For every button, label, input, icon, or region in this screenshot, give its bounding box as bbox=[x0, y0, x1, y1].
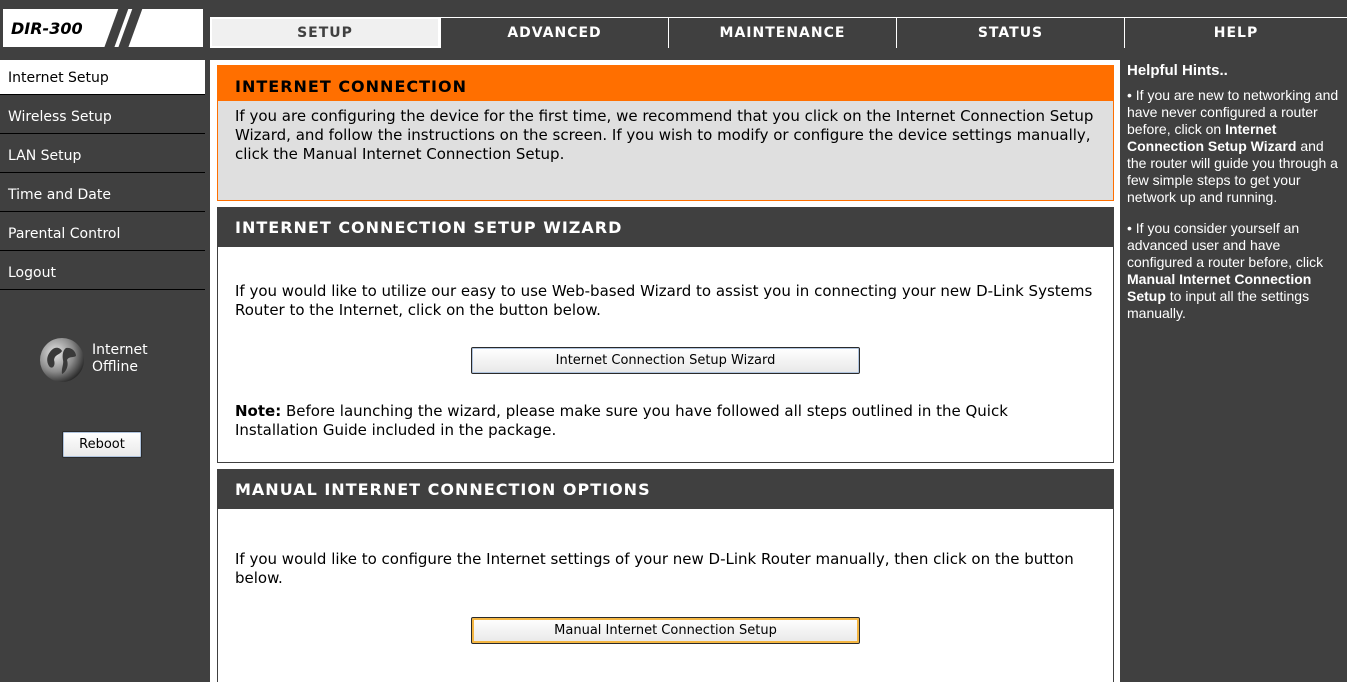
reboot-button[interactable]: Reboot bbox=[62, 431, 142, 458]
setup-wizard-button[interactable]: Internet Connection Setup Wizard bbox=[471, 347, 860, 374]
section-title: INTERNET CONNECTION bbox=[218, 66, 1113, 101]
model-name: DIR-300 bbox=[11, 19, 83, 38]
wizard-note: Note: Before launching the wizard, pleas… bbox=[235, 402, 1095, 440]
hints-title: Helpful Hints.. bbox=[1127, 62, 1228, 79]
section-title: MANUAL INTERNET CONNECTION OPTIONS bbox=[218, 470, 1113, 509]
model-logo: DIR-300 bbox=[3, 7, 203, 51]
status-line-2: Offline bbox=[92, 359, 138, 375]
sidebar-item-label: Time and Date bbox=[8, 187, 111, 203]
sidebar-item-label: Logout bbox=[8, 265, 56, 281]
sidebar-item-label: Parental Control bbox=[8, 226, 121, 242]
hint-new-user: • If you are new to networking and have … bbox=[1127, 87, 1347, 206]
sidebar-item-label: Wireless Setup bbox=[8, 109, 112, 125]
tab-maintenance[interactable]: MAINTENANCE bbox=[668, 17, 896, 48]
wizard-description: If you would like to utilize our easy to… bbox=[235, 282, 1093, 319]
sidebar-item-lan-setup[interactable]: LAN Setup bbox=[0, 138, 205, 173]
intro-text: If you are configuring the device for th… bbox=[235, 107, 1094, 163]
sidebar-item-label: LAN Setup bbox=[8, 148, 82, 164]
globe-icon bbox=[40, 338, 84, 382]
manual-description: If you would like to configure the Inter… bbox=[235, 550, 1074, 587]
sidebar: Internet Setup Wireless Setup LAN Setup … bbox=[0, 60, 205, 682]
note-label: Note: bbox=[235, 402, 282, 420]
helpful-hints-panel: Helpful Hints.. • If you are new to netw… bbox=[1124, 60, 1347, 682]
manual-setup-button[interactable]: Manual Internet Connection Setup bbox=[471, 617, 860, 644]
reboot-button-label: Reboot bbox=[79, 437, 125, 452]
sidebar-item-parental-control[interactable]: Parental Control bbox=[0, 216, 205, 251]
tab-setup[interactable]: SETUP bbox=[210, 17, 440, 48]
tab-label: MAINTENANCE bbox=[719, 25, 846, 41]
tab-label: HELP bbox=[1213, 25, 1259, 41]
sidebar-item-label: Internet Setup bbox=[8, 70, 109, 86]
hint-advanced-user: • If you consider yourself an advanced u… bbox=[1127, 220, 1347, 322]
setup-wizard-button-label: Internet Connection Setup Wizard bbox=[555, 353, 776, 368]
sidebar-item-wireless-setup[interactable]: Wireless Setup bbox=[0, 99, 205, 134]
tab-label: STATUS bbox=[977, 25, 1044, 41]
hint-text: • If you consider yourself an advanced u… bbox=[1127, 220, 1324, 270]
sidebar-item-time-and-date[interactable]: Time and Date bbox=[0, 177, 205, 212]
manual-connection-section: MANUAL INTERNET CONNECTION OPTIONS If yo… bbox=[217, 469, 1114, 682]
note-text: Before launching the wizard, please make… bbox=[235, 402, 1008, 439]
sidebar-item-internet-setup[interactable]: Internet Setup bbox=[0, 60, 205, 95]
sidebar-item-logout[interactable]: Logout bbox=[0, 255, 205, 290]
tab-help[interactable]: HELP bbox=[1124, 17, 1347, 48]
main-content: INTERNET CONNECTION If you are configuri… bbox=[210, 60, 1120, 682]
tab-label: SETUP bbox=[297, 24, 353, 41]
internet-connection-section: INTERNET CONNECTION If you are configuri… bbox=[217, 65, 1114, 201]
tab-status[interactable]: STATUS bbox=[896, 17, 1124, 48]
tab-advanced[interactable]: ADVANCED bbox=[440, 17, 668, 48]
status-line-1: Internet bbox=[92, 342, 148, 358]
manual-setup-button-label: Manual Internet Connection Setup bbox=[554, 623, 777, 638]
top-banner: DIR-300 SETUP ADVANCED MAINTENANCE STATU… bbox=[0, 0, 1347, 51]
connection-status: Internet Offline bbox=[92, 342, 148, 376]
setup-wizard-section: INTERNET CONNECTION SETUP WIZARD If you … bbox=[217, 207, 1114, 463]
tab-label: ADVANCED bbox=[507, 25, 602, 41]
section-title: INTERNET CONNECTION SETUP WIZARD bbox=[218, 208, 1113, 247]
